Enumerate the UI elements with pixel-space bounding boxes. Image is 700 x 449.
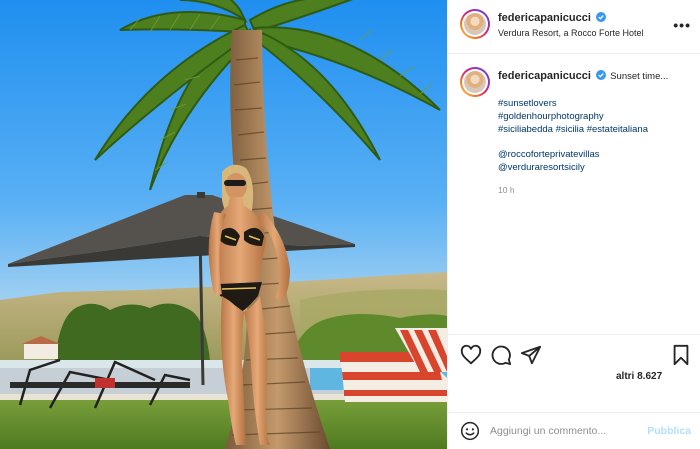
comment-icon[interactable] (490, 344, 512, 366)
likes-count[interactable]: altri 8.627 (616, 371, 662, 382)
share-icon[interactable] (520, 344, 542, 366)
post-timestamp[interactable]: 10 h (498, 184, 693, 197)
avatar[interactable] (460, 9, 490, 39)
action-bar: altri 8.627 (448, 334, 700, 410)
caption-first-line: federicapanicucci Sunset time... (498, 70, 693, 83)
caption-body: Sunset time... (610, 71, 669, 82)
post-comment-button[interactable]: Pubblica (647, 425, 691, 437)
post-location[interactable]: Verdura Resort, a Rocco Forte Hotel (498, 28, 644, 38)
post-image (0, 0, 447, 449)
bookmark-icon[interactable] (670, 344, 692, 366)
verified-badge-icon (595, 70, 606, 80)
instagram-post-modal: federicapanicucci Verdura Resort, a Rocc… (0, 0, 700, 449)
caption-avatar[interactable] (460, 67, 490, 97)
post-caption: federicapanicucci Sunset time... #sunset… (448, 54, 700, 334)
mention-list: @roccoforteprivatevillas @verduraresorts… (498, 148, 693, 174)
mention-link[interactable]: @verduraresortsicily (498, 161, 693, 174)
verified-badge-icon (596, 12, 606, 22)
hashtag-link[interactable]: #goldenhourphotography (498, 110, 693, 123)
hashtag-link[interactable]: #siciliabedda #sicilia #estateitaliana (498, 123, 693, 136)
emoji-icon[interactable] (460, 421, 480, 441)
post-photo[interactable] (0, 0, 447, 449)
hashtag-list: #sunsetlovers #goldenhourphotography #si… (498, 97, 693, 136)
more-options-button[interactable]: ••• (673, 18, 691, 32)
post-header: federicapanicucci Verdura Resort, a Rocc… (448, 0, 700, 54)
comment-box: Pubblica (448, 412, 700, 449)
heart-icon[interactable] (460, 344, 482, 366)
mention-link[interactable]: @roccoforteprivatevillas (498, 148, 693, 161)
post-sidebar: federicapanicucci Verdura Resort, a Rocc… (447, 0, 700, 449)
author-row: federicapanicucci (498, 12, 606, 24)
author-username[interactable]: federicapanicucci (498, 12, 591, 24)
comment-input[interactable] (490, 421, 640, 441)
caption-text: federicapanicucci Sunset time... #sunset… (498, 70, 693, 197)
caption-username[interactable]: federicapanicucci (498, 70, 591, 82)
hashtag-link[interactable]: #sunsetlovers (498, 97, 693, 110)
